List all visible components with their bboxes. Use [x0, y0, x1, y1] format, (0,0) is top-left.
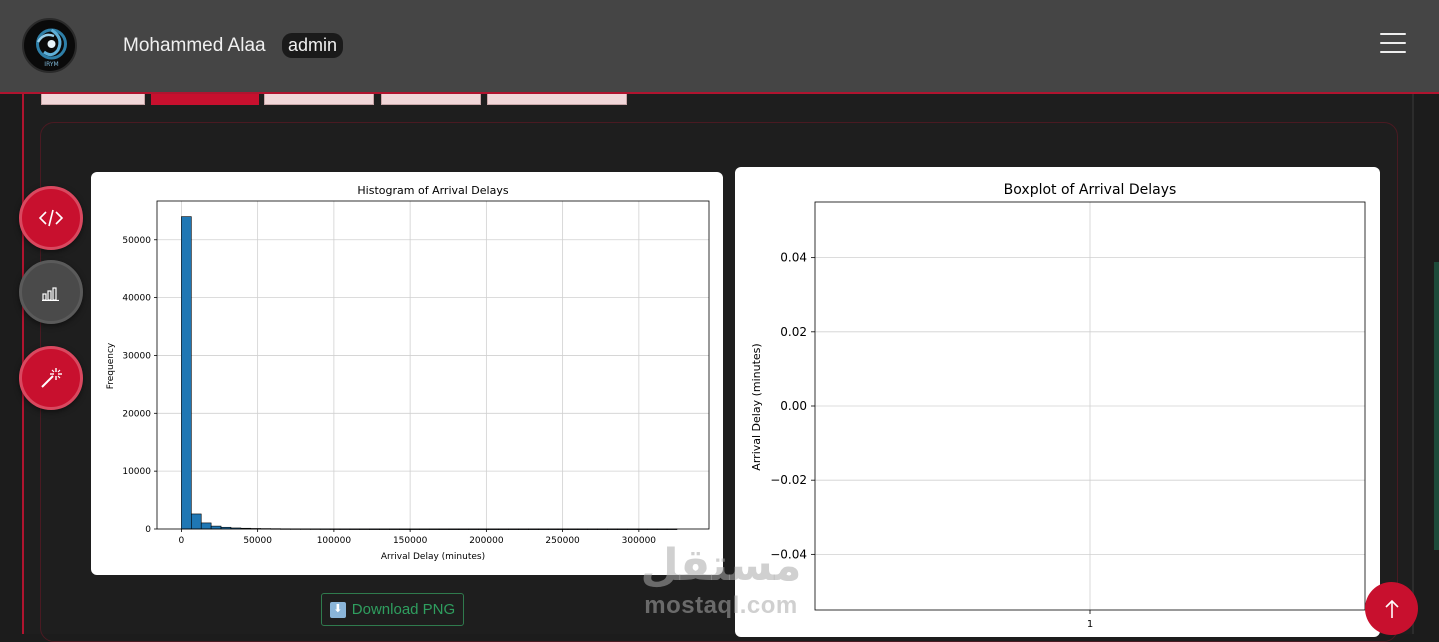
histogram-x-tick-label: 200000 [469, 536, 504, 546]
histogram-y-tick-label: 30000 [122, 351, 151, 361]
download-label: Download PNG [351, 601, 456, 618]
hamburger-menu-icon[interactable] [1380, 33, 1406, 55]
boxplot-ticks: 0.040.020.00−0.02−0.041 [770, 251, 1093, 630]
histogram-card: Histogram of Arrival Delays Arrival Dela… [91, 172, 723, 575]
boxplot-chart: Boxplot of Arrival Delays Arrival Delay … [750, 182, 1366, 630]
boxplot-y-tick-label: 0.00 [780, 399, 807, 413]
role-badge: admin [282, 33, 344, 58]
histogram-x-tick-label: 150000 [393, 536, 428, 546]
histogram-x-tick-label: 250000 [545, 536, 580, 546]
code-icon [38, 209, 64, 227]
boxplot-y-tick-label: 0.02 [780, 325, 807, 339]
scroll-to-top-button[interactable] [1365, 582, 1418, 635]
histogram-title: Histogram of Arrival Delays [357, 184, 508, 197]
histogram-bars [181, 216, 678, 530]
histogram-y-tick-label: 10000 [122, 467, 151, 477]
histogram-x-tick-label: 0 [179, 536, 185, 546]
histogram-chart: Histogram of Arrival Delays Arrival Dela… [106, 184, 710, 562]
histogram-x-label: Arrival Delay (minutes) [381, 552, 485, 562]
histogram-x-tick-label: 50000 [243, 536, 272, 546]
chart-button[interactable] [19, 260, 83, 324]
boxplot-y-tick-label: 0.04 [780, 251, 807, 265]
watermark-latin: mostaql.com [644, 592, 798, 619]
histogram-ticks: 0 50000 100000 150000 200000 250000 3000000100… [122, 236, 656, 546]
code-button[interactable] [19, 186, 83, 250]
tab-4[interactable] [381, 94, 481, 105]
logo-text: IRYM [44, 61, 58, 68]
boxplot-card: Boxplot of Arrival Delays Arrival Delay … [735, 167, 1380, 637]
boxplot-y-tick-label: −0.02 [770, 473, 807, 487]
histogram-grid [157, 201, 709, 530]
histogram-bar [200, 522, 212, 530]
histogram-bar [181, 216, 192, 530]
watermark-arabic: مستقل [640, 540, 802, 591]
bar-chart-icon [42, 287, 59, 301]
boxplot-title: Boxplot of Arrival Delays [1004, 182, 1177, 198]
magic-wand-icon [41, 368, 62, 388]
histogram-y-tick-label: 0 [145, 525, 151, 535]
tab-1[interactable] [41, 94, 145, 105]
arrow-up-icon [1384, 599, 1399, 618]
logo-swirl-icon: IRYM [36, 28, 67, 68]
scrollbar-edge[interactable] [1434, 262, 1439, 550]
histogram-x-tick-label: 100000 [317, 536, 352, 546]
histogram-axes-frame [156, 200, 710, 530]
download-png-button[interactable]: ⬇ Download PNG [321, 593, 464, 626]
histogram-y-tick-label: 50000 [122, 236, 151, 246]
histogram-y-label: Frequency [106, 342, 116, 389]
histogram-y-tick-label: 40000 [122, 294, 151, 304]
boxplot-x-tick-label: 1 [1087, 619, 1093, 630]
download-icon: ⬇ [329, 601, 346, 618]
tab-5[interactable] [487, 94, 627, 105]
histogram-y-tick-label: 20000 [122, 409, 151, 419]
histogram-bar [210, 525, 222, 530]
boxplot-grid [815, 202, 1365, 610]
histogram-bar [191, 513, 202, 530]
tab-3[interactable] [264, 94, 374, 105]
boxplot-y-label: Arrival Delay (minutes) [750, 343, 763, 470]
top-navbar: IRYM Mohammed Alaa admin [0, 0, 1439, 94]
brand-logo[interactable]: IRYM [22, 18, 77, 73]
magic-button[interactable] [19, 346, 83, 410]
tab-2-active[interactable] [151, 94, 259, 105]
user-name: Mohammed Alaa [123, 35, 266, 56]
